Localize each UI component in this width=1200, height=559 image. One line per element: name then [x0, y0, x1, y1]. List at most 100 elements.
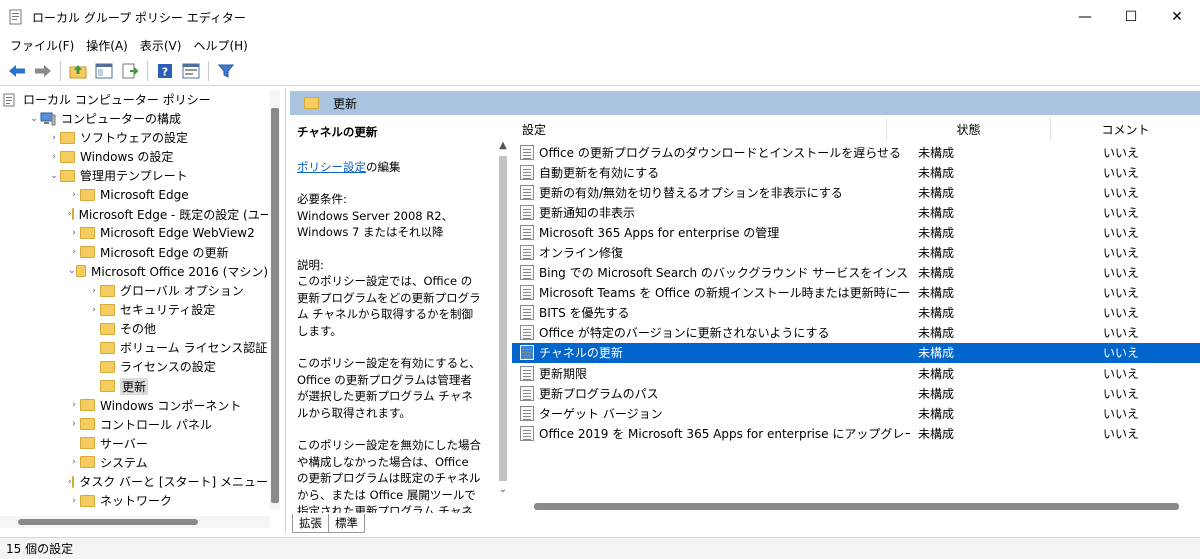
folder-icon: [100, 380, 115, 392]
table-row[interactable]: Bing での Microsoft Search のバックグラウンド サービスを…: [512, 263, 1200, 283]
tree-item[interactable]: ボリューム ライセンス認証: [0, 338, 268, 357]
tree-item[interactable]: › コントロール パネル: [0, 415, 268, 434]
chevron-right-icon[interactable]: ›: [68, 400, 80, 410]
scroll-up-icon[interactable]: ▲: [496, 140, 510, 151]
table-row[interactable]: Office が特定のバージョンに更新されないようにする 未構成 いいえ: [512, 323, 1200, 343]
policy-setting-icon: [520, 405, 534, 421]
tree-item[interactable]: › Windows コンポーネント: [0, 396, 268, 415]
folder-icon: [71, 208, 74, 221]
table-row[interactable]: 更新期限 未構成 いいえ: [512, 363, 1200, 383]
explain-para1: このポリシー設定では、Office の更新プログラムをどの更新プログラム チャネ…: [297, 274, 481, 338]
chevron-right-icon[interactable]: ›: [48, 152, 60, 162]
chevron-right-icon[interactable]: ›: [68, 496, 80, 506]
maximize-button[interactable]: ☐: [1108, 0, 1154, 34]
table-row[interactable]: 更新通知の非表示 未構成 いいえ: [512, 202, 1200, 222]
filter-button[interactable]: [215, 60, 237, 82]
setting-name: ターゲット バージョン: [539, 406, 663, 421]
tree-item[interactable]: › セキュリティ設定: [0, 300, 268, 319]
table-row[interactable]: 自動更新を有効にする 未構成 いいえ: [512, 162, 1200, 182]
chevron-down-icon[interactable]: ⌄: [28, 114, 40, 124]
scroll-thumb[interactable]: [534, 503, 1179, 510]
tree-item[interactable]: ライセンスの設定: [0, 357, 268, 376]
tree-item[interactable]: 更新: [0, 377, 268, 396]
chevron-right-icon[interactable]: ›: [68, 228, 80, 238]
scroll-thumb[interactable]: [18, 519, 198, 525]
state-cell: 未構成: [918, 145, 955, 160]
table-row[interactable]: オンライン修復 未構成 いいえ: [512, 242, 1200, 262]
tree-item[interactable]: ⌄ コンピューターの構成: [0, 109, 268, 128]
column-header-state[interactable]: 状態: [887, 118, 1051, 140]
scroll-thumb[interactable]: [271, 108, 279, 503]
table-row[interactable]: Microsoft 365 Apps for enterprise の管理 未構成…: [512, 222, 1200, 242]
back-button[interactable]: [6, 60, 28, 82]
column-header-setting[interactable]: 設定: [512, 118, 887, 140]
tree-vertical-scrollbar[interactable]: [270, 90, 280, 510]
up-one-level-button[interactable]: [67, 60, 89, 82]
list-horizontal-scrollbar[interactable]: [512, 501, 1200, 511]
table-row[interactable]: Office の更新プログラムのダウンロードとインストールを遅らせる 未構成 いいえ: [512, 142, 1200, 162]
menu-view[interactable]: 表示(V): [134, 37, 188, 54]
tree-item-label: Microsoft Edge の更新: [100, 245, 229, 260]
show-hide-tree-icon: [95, 63, 113, 78]
help-button[interactable]: ?: [154, 60, 176, 82]
details-pane: 更新 チャネルの更新 ポリシー設定の編集 必要条件: Windows Server…: [290, 88, 1200, 533]
tree-horizontal-scrollbar[interactable]: [0, 516, 270, 528]
table-row[interactable]: Microsoft Teams を Office の新規インストール時または更新…: [512, 283, 1200, 303]
chevron-down-icon[interactable]: ⌄: [496, 484, 510, 495]
table-row[interactable]: BITS を優先する 未構成 いいえ: [512, 303, 1200, 323]
table-row[interactable]: 更新の有効/無効を切り替えるオプションを非表示にする 未構成 いいえ: [512, 182, 1200, 202]
description-scrollbar[interactable]: ▲ ⌄: [496, 138, 510, 518]
minimize-button[interactable]: —: [1062, 0, 1108, 34]
setting-name: 更新期限: [539, 366, 588, 381]
export-list-button[interactable]: [119, 60, 141, 82]
chevron-right-icon[interactable]: ›: [88, 305, 100, 315]
chevron-down-icon[interactable]: ⌄: [48, 171, 60, 181]
forward-button[interactable]: [32, 60, 54, 82]
table-row[interactable]: チャネルの更新 未構成 いいえ: [512, 342, 1200, 364]
menu-help[interactable]: ヘルプ(H): [187, 37, 253, 54]
tree-item[interactable]: › ソフトウェアの設定: [0, 128, 268, 147]
tree-item[interactable]: › システム: [0, 453, 268, 472]
chevron-right-icon[interactable]: ›: [68, 247, 80, 257]
menu-action[interactable]: 操作(A): [80, 37, 134, 54]
setting-name: オンライン修復: [539, 246, 624, 261]
close-button[interactable]: ✕: [1154, 0, 1200, 34]
tree-item[interactable]: › Microsoft Edge WebView2: [0, 224, 268, 243]
chevron-down-icon[interactable]: ⌄: [68, 266, 76, 276]
tree-item[interactable]: › グローバル オプション: [0, 281, 268, 300]
title-bar: ローカル グループ ポリシー エディター — ☐ ✕: [0, 0, 1200, 34]
tree-item[interactable]: › ネットワーク: [0, 491, 268, 510]
tree-item[interactable]: › Windows の設定: [0, 147, 268, 166]
setting-name: Office が特定のバージョンに更新されないようにする: [539, 326, 830, 341]
show-hide-tree-button[interactable]: [93, 60, 115, 82]
table-row[interactable]: ターゲット バージョン 未構成 いいえ: [512, 403, 1200, 423]
scroll-thumb[interactable]: [499, 156, 507, 481]
tree-item[interactable]: ⌄ Microsoft Office 2016 (マシン): [0, 262, 268, 281]
chevron-right-icon[interactable]: ›: [68, 457, 80, 467]
tab-extended[interactable]: 拡張: [292, 514, 329, 533]
tree-item[interactable]: › Microsoft Edge - 既定の設定 (ユー: [0, 205, 268, 224]
chevron-right-icon[interactable]: ›: [48, 133, 60, 143]
tree-item[interactable]: ⌄ 管理用テンプレート: [0, 166, 268, 185]
tree-item[interactable]: ローカル コンピューター ポリシー: [0, 90, 268, 109]
policy-setting-icon: [520, 325, 534, 341]
tree-item[interactable]: サーバー: [0, 434, 268, 453]
menu-file[interactable]: ファイル(F): [4, 37, 80, 54]
tree-item[interactable]: › Microsoft Edge の更新: [0, 243, 268, 262]
tree-item[interactable]: › Microsoft Edge: [0, 186, 268, 205]
chevron-right-icon[interactable]: ›: [68, 190, 80, 200]
folder-icon: [80, 399, 95, 412]
tab-standard[interactable]: 標準: [328, 514, 365, 533]
comment-cell: いいえ: [1103, 346, 1140, 361]
chevron-right-icon[interactable]: ›: [88, 286, 100, 296]
tree-item[interactable]: その他: [0, 319, 268, 338]
folder-icon: [71, 475, 75, 488]
tree-item[interactable]: › タスク バーと [スタート] メニュー: [0, 472, 268, 491]
chevron-right-icon[interactable]: ›: [68, 419, 80, 429]
table-row[interactable]: 更新プログラムのパス 未構成 いいえ: [512, 383, 1200, 403]
edit-policy-link[interactable]: ポリシー設定: [297, 160, 366, 174]
tree-item-label: Microsoft Office 2016 (マシン): [91, 264, 268, 279]
properties-button[interactable]: [180, 60, 202, 82]
column-header-comment[interactable]: コメント: [1051, 118, 1200, 140]
table-row[interactable]: Office 2019 を Microsoft 365 Apps for ent…: [512, 423, 1200, 443]
